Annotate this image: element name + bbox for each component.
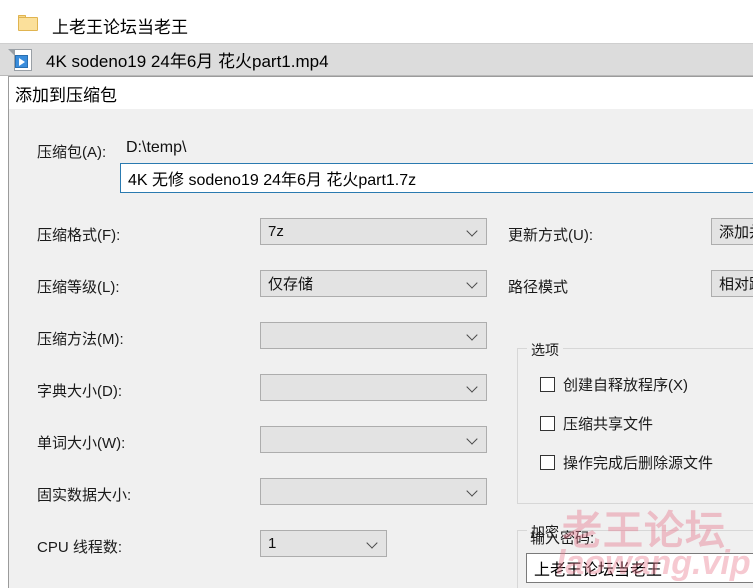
checkbox-icon[interactable] <box>540 455 555 470</box>
checkbox-icon[interactable] <box>540 377 555 392</box>
chevron-down-icon <box>468 279 477 288</box>
checkbox-label: 创建自释放程序(X) <box>563 377 688 394</box>
video-file-icon <box>8 48 36 71</box>
solid-block-size-label: 固实数据大小: <box>37 487 132 504</box>
list-item[interactable]: 上老王论坛当老王 <box>0 8 753 43</box>
cpu-threads-value: 1 <box>268 535 277 552</box>
archive-path-text: D:\temp\ <box>126 139 187 156</box>
chevron-down-icon <box>468 383 477 392</box>
compression-format-label: 压缩格式(F): <box>37 227 121 244</box>
dialog-titlebar: 添加到压缩包 <box>9 77 753 109</box>
list-item-label: 4K sodeno19 24年6月 花火part1.mp4 <box>46 52 329 71</box>
chevron-down-icon <box>468 227 477 236</box>
compression-level-label: 压缩等级(L): <box>37 279 120 296</box>
chevron-down-icon <box>368 539 377 548</box>
password-input[interactable]: 上老王论坛当老王 <box>526 553 753 583</box>
path-mode-value: 相对路 <box>719 276 753 293</box>
word-size-label: 单词大小(W): <box>37 435 126 452</box>
checkbox-label: 压缩共享文件 <box>563 416 654 433</box>
compression-format-combobox[interactable]: 7z <box>260 218 487 245</box>
archive-label: 压缩包(A): <box>37 144 107 161</box>
password-value: 上老王论坛当老王 <box>534 562 663 579</box>
word-size-combobox[interactable] <box>260 426 487 453</box>
cpu-threads-label: CPU 线程数: <box>37 539 123 556</box>
checkbox-icon[interactable] <box>540 416 555 431</box>
list-item-label: 上老王论坛当老王 <box>52 18 188 37</box>
dictionary-size-label: 字典大小(D): <box>37 383 122 400</box>
chevron-down-icon <box>468 331 477 340</box>
cpu-threads-combobox[interactable]: 1 <box>260 530 387 557</box>
chevron-down-icon <box>468 435 477 444</box>
archive-name-input[interactable]: 4K 无修 sodeno19 24年6月 花火part1.7z <box>120 163 753 193</box>
screen: 上老王论坛当老王 4K sodeno19 24年6月 花火part1.mp4 添… <box>0 0 753 588</box>
update-mode-combobox[interactable]: 添加并 <box>711 218 753 245</box>
update-mode-label: 更新方式(U): <box>508 227 593 244</box>
dictionary-size-combobox[interactable] <box>260 374 487 401</box>
path-mode-combobox[interactable]: 相对路 <box>711 270 753 297</box>
checkbox-compress-shared-files[interactable]: 压缩共享文件 <box>540 413 653 434</box>
list-item[interactable]: 4K sodeno19 24年6月 花火part1.mp4 <box>0 43 753 76</box>
dialog-title: 添加到压缩包 <box>15 85 117 105</box>
checkbox-delete-after[interactable]: 操作完成后删除源文件 <box>540 452 713 473</box>
add-to-archive-dialog: 添加到压缩包 压缩包(A): D:\temp\ 4K 无修 sodeno19 2… <box>8 76 753 588</box>
folder-icon <box>18 14 40 37</box>
checkbox-label: 操作完成后删除源文件 <box>563 455 714 472</box>
solid-block-size-combobox[interactable] <box>260 478 487 505</box>
path-mode-label: 路径模式 <box>508 279 569 296</box>
password-label: 输入密码: <box>530 530 595 547</box>
options-groupbox: 选项 创建自释放程序(X) 压缩共享文件 操作完成后删除源文件 <box>517 340 753 504</box>
dialog-body: 压缩包(A): D:\temp\ 4K 无修 sodeno19 24年6月 花火… <box>9 109 753 588</box>
options-group-title: 选项 <box>527 340 563 360</box>
archive-name-value: 4K 无修 sodeno19 24年6月 花火part1.7z <box>128 172 417 189</box>
compression-level-combobox[interactable]: 仅存储 <box>260 270 487 297</box>
update-mode-value: 添加并 <box>719 224 753 241</box>
compression-method-combobox[interactable] <box>260 322 487 349</box>
compression-level-value: 仅存储 <box>268 276 314 293</box>
compression-method-label: 压缩方法(M): <box>37 331 124 348</box>
checkbox-create-sfx[interactable]: 创建自释放程序(X) <box>540 374 688 395</box>
chevron-down-icon <box>468 487 477 496</box>
compression-format-value: 7z <box>268 223 284 240</box>
